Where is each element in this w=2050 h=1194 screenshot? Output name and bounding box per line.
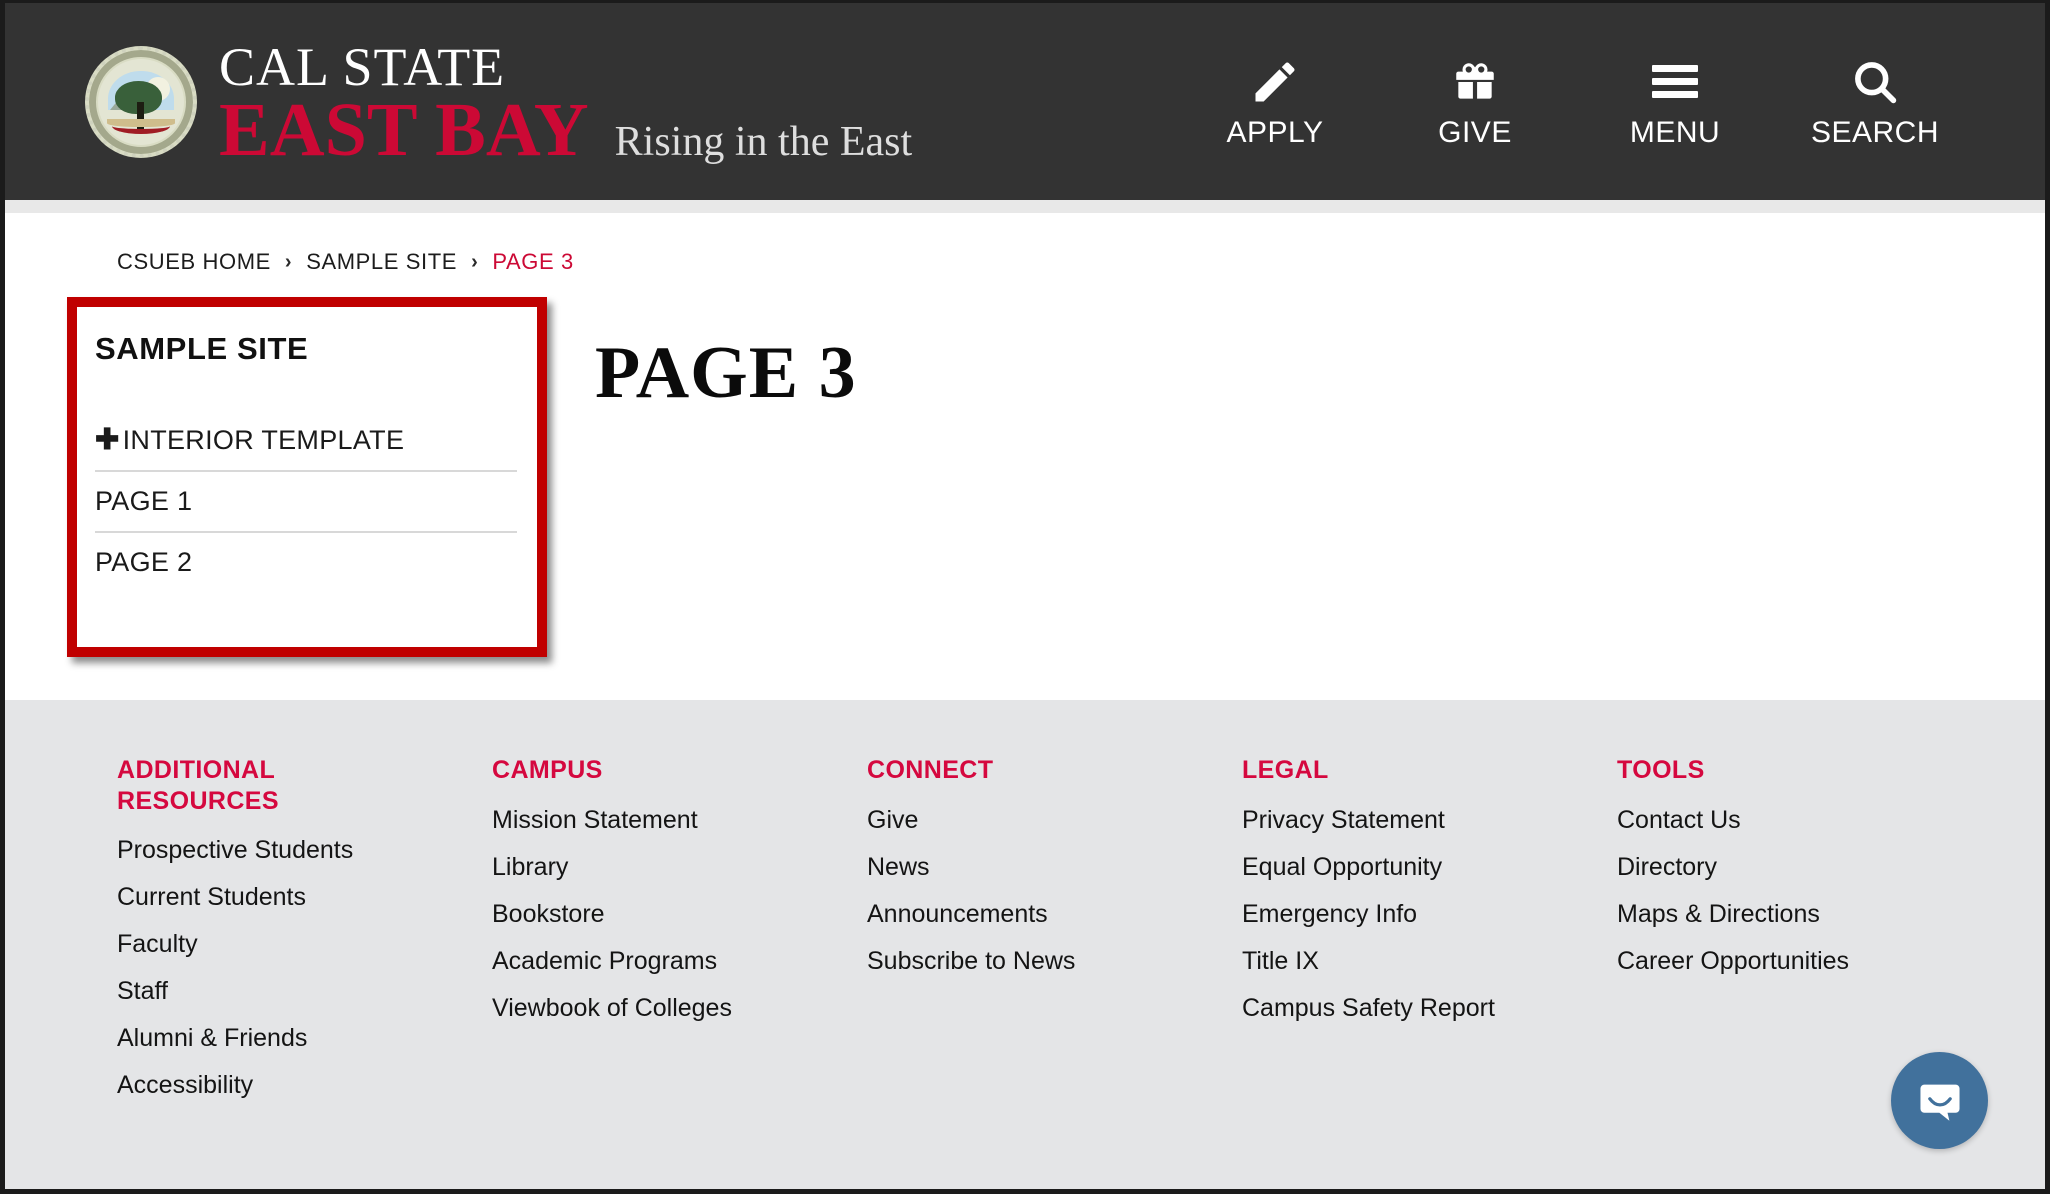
header-underline: [5, 200, 2045, 213]
sidebar-item-page-1[interactable]: PAGE 1: [95, 470, 517, 531]
nav-item-apply[interactable]: APPLY: [1175, 54, 1375, 150]
footer-column-connect: CONNECT Give News Announcements Subscrib…: [867, 755, 1242, 1189]
nav-label-menu: MENU: [1629, 115, 1721, 149]
nav-label-search: SEARCH: [1810, 115, 1940, 149]
site-header: CAL STATE EAST BAY Rising in the East AP…: [5, 3, 2045, 200]
sidebar-item-label: INTERIOR TEMPLATE: [122, 425, 405, 455]
footer-link[interactable]: Faculty: [117, 932, 492, 957]
section-navigation: SAMPLE SITE ✚ INTERIOR TEMPLATE PAGE 1 P…: [67, 297, 547, 592]
site-footer: ADDITIONAL RESOURCES Prospective Students…: [5, 700, 2045, 1189]
footer-heading: ADDITIONAL RESOURCES: [117, 756, 279, 815]
nav-item-give[interactable]: GIVE: [1375, 54, 1575, 150]
footer-link[interactable]: Prospective Students: [117, 838, 492, 863]
footer-link[interactable]: Title IX: [1242, 948, 1617, 974]
hamburger-icon: [1575, 54, 1775, 110]
wordmark-line2: EAST BAY: [219, 88, 589, 173]
footer-link[interactable]: Privacy Statement: [1242, 807, 1617, 833]
footer-link[interactable]: Campus Safety Report: [1242, 995, 1617, 1021]
sidebar-item-page-2[interactable]: PAGE 2: [95, 531, 517, 592]
footer-link[interactable]: Current Students: [117, 885, 492, 910]
footer-link[interactable]: Staff: [117, 979, 492, 1004]
footer-heading: CONNECT: [867, 756, 994, 784]
nav-item-search[interactable]: SEARCH: [1775, 54, 1975, 150]
breadcrumb: CSUEB HOME › SAMPLE SITE › PAGE 3: [117, 249, 2045, 275]
footer-link[interactable]: Bookstore: [492, 901, 867, 927]
footer-link[interactable]: Give: [867, 807, 1242, 833]
footer-heading: LEGAL: [1242, 756, 1329, 784]
sidebar-region: SAMPLE SITE ✚ INTERIOR TEMPLATE PAGE 1 P…: [67, 297, 547, 657]
footer-column-campus: CAMPUS Mission Statement Library Booksto…: [492, 755, 867, 1189]
footer-heading: TOOLS: [1617, 756, 1705, 784]
pencil-icon: [1175, 54, 1375, 110]
footer-link[interactable]: Emergency Info: [1242, 901, 1617, 927]
sidebar-item-label: PAGE 2: [95, 547, 193, 577]
footer-link[interactable]: Directory: [1617, 854, 1992, 880]
footer-link[interactable]: Mission Statement: [492, 807, 867, 833]
breadcrumb-separator-icon: ›: [284, 250, 293, 273]
footer-link[interactable]: Alumni & Friends: [117, 1026, 492, 1051]
nav-item-menu[interactable]: MENU: [1575, 54, 1775, 150]
search-icon: [1775, 54, 1975, 110]
header-nav: APPLY GIVE MENU SEARCH: [1175, 54, 1975, 150]
chat-bubble-smile-icon: [1919, 1084, 1960, 1121]
content-area: SAMPLE SITE ✚ INTERIOR TEMPLATE PAGE 1 P…: [5, 275, 2045, 657]
brand-logo[interactable]: CAL STATE EAST BAY Rising in the East: [85, 3, 912, 200]
footer-column-additional-resources: ADDITIONAL RESOURCES Prospective Students…: [117, 755, 492, 1189]
chat-launcher-button[interactable]: [1891, 1052, 1988, 1149]
footer-link[interactable]: Library: [492, 854, 867, 880]
footer-link[interactable]: Academic Programs: [492, 948, 867, 974]
footer-link[interactable]: Equal Opportunity: [1242, 854, 1617, 880]
footer-link[interactable]: Viewbook of Colleges: [492, 995, 867, 1021]
breadcrumb-item-page-3[interactable]: PAGE 3: [492, 249, 573, 275]
footer-heading: CAMPUS: [492, 756, 603, 784]
breadcrumb-separator-icon: ›: [471, 250, 479, 273]
footer-link[interactable]: Career Opportunities: [1617, 948, 1992, 974]
gift-icon: [1375, 54, 1575, 110]
footer-link[interactable]: Maps & Directions: [1617, 901, 1992, 927]
page-root: CAL STATE EAST BAY Rising in the East AP…: [0, 0, 2050, 1194]
nav-label-give: GIVE: [1438, 115, 1512, 149]
footer-link[interactable]: Subscribe to News: [867, 948, 1242, 974]
footer-link[interactable]: Announcements: [867, 901, 1242, 927]
footer-link[interactable]: News: [867, 854, 1242, 880]
footer-column-legal: LEGAL Privacy Statement Equal Opportunit…: [1242, 755, 1617, 1189]
footer-link[interactable]: Accessibility: [117, 1073, 492, 1098]
page-title: PAGE 3: [595, 332, 857, 414]
breadcrumb-item-sample-site[interactable]: SAMPLE SITE: [306, 249, 457, 275]
sidebar-title: SAMPLE SITE: [95, 331, 309, 366]
footer-link[interactable]: Contact Us: [1617, 807, 1992, 833]
nav-label-apply: APPLY: [1226, 115, 1324, 149]
sidebar-item-label: PAGE 1: [95, 486, 193, 516]
wordmark-line1: CAL STATE: [219, 37, 506, 98]
sidebar-item-interior-template[interactable]: ✚ INTERIOR TEMPLATE: [95, 411, 517, 470]
breadcrumb-item-csueb-home[interactable]: CSUEB HOME: [117, 249, 271, 275]
wordmark-tagline: Rising in the East: [614, 119, 913, 166]
wordmark: CAL STATE EAST BAY Rising in the East: [219, 36, 913, 173]
university-seal-icon: [85, 45, 197, 158]
plus-expander-icon[interactable]: ✚: [95, 426, 120, 455]
main-column: PAGE 3: [547, 275, 2045, 592]
